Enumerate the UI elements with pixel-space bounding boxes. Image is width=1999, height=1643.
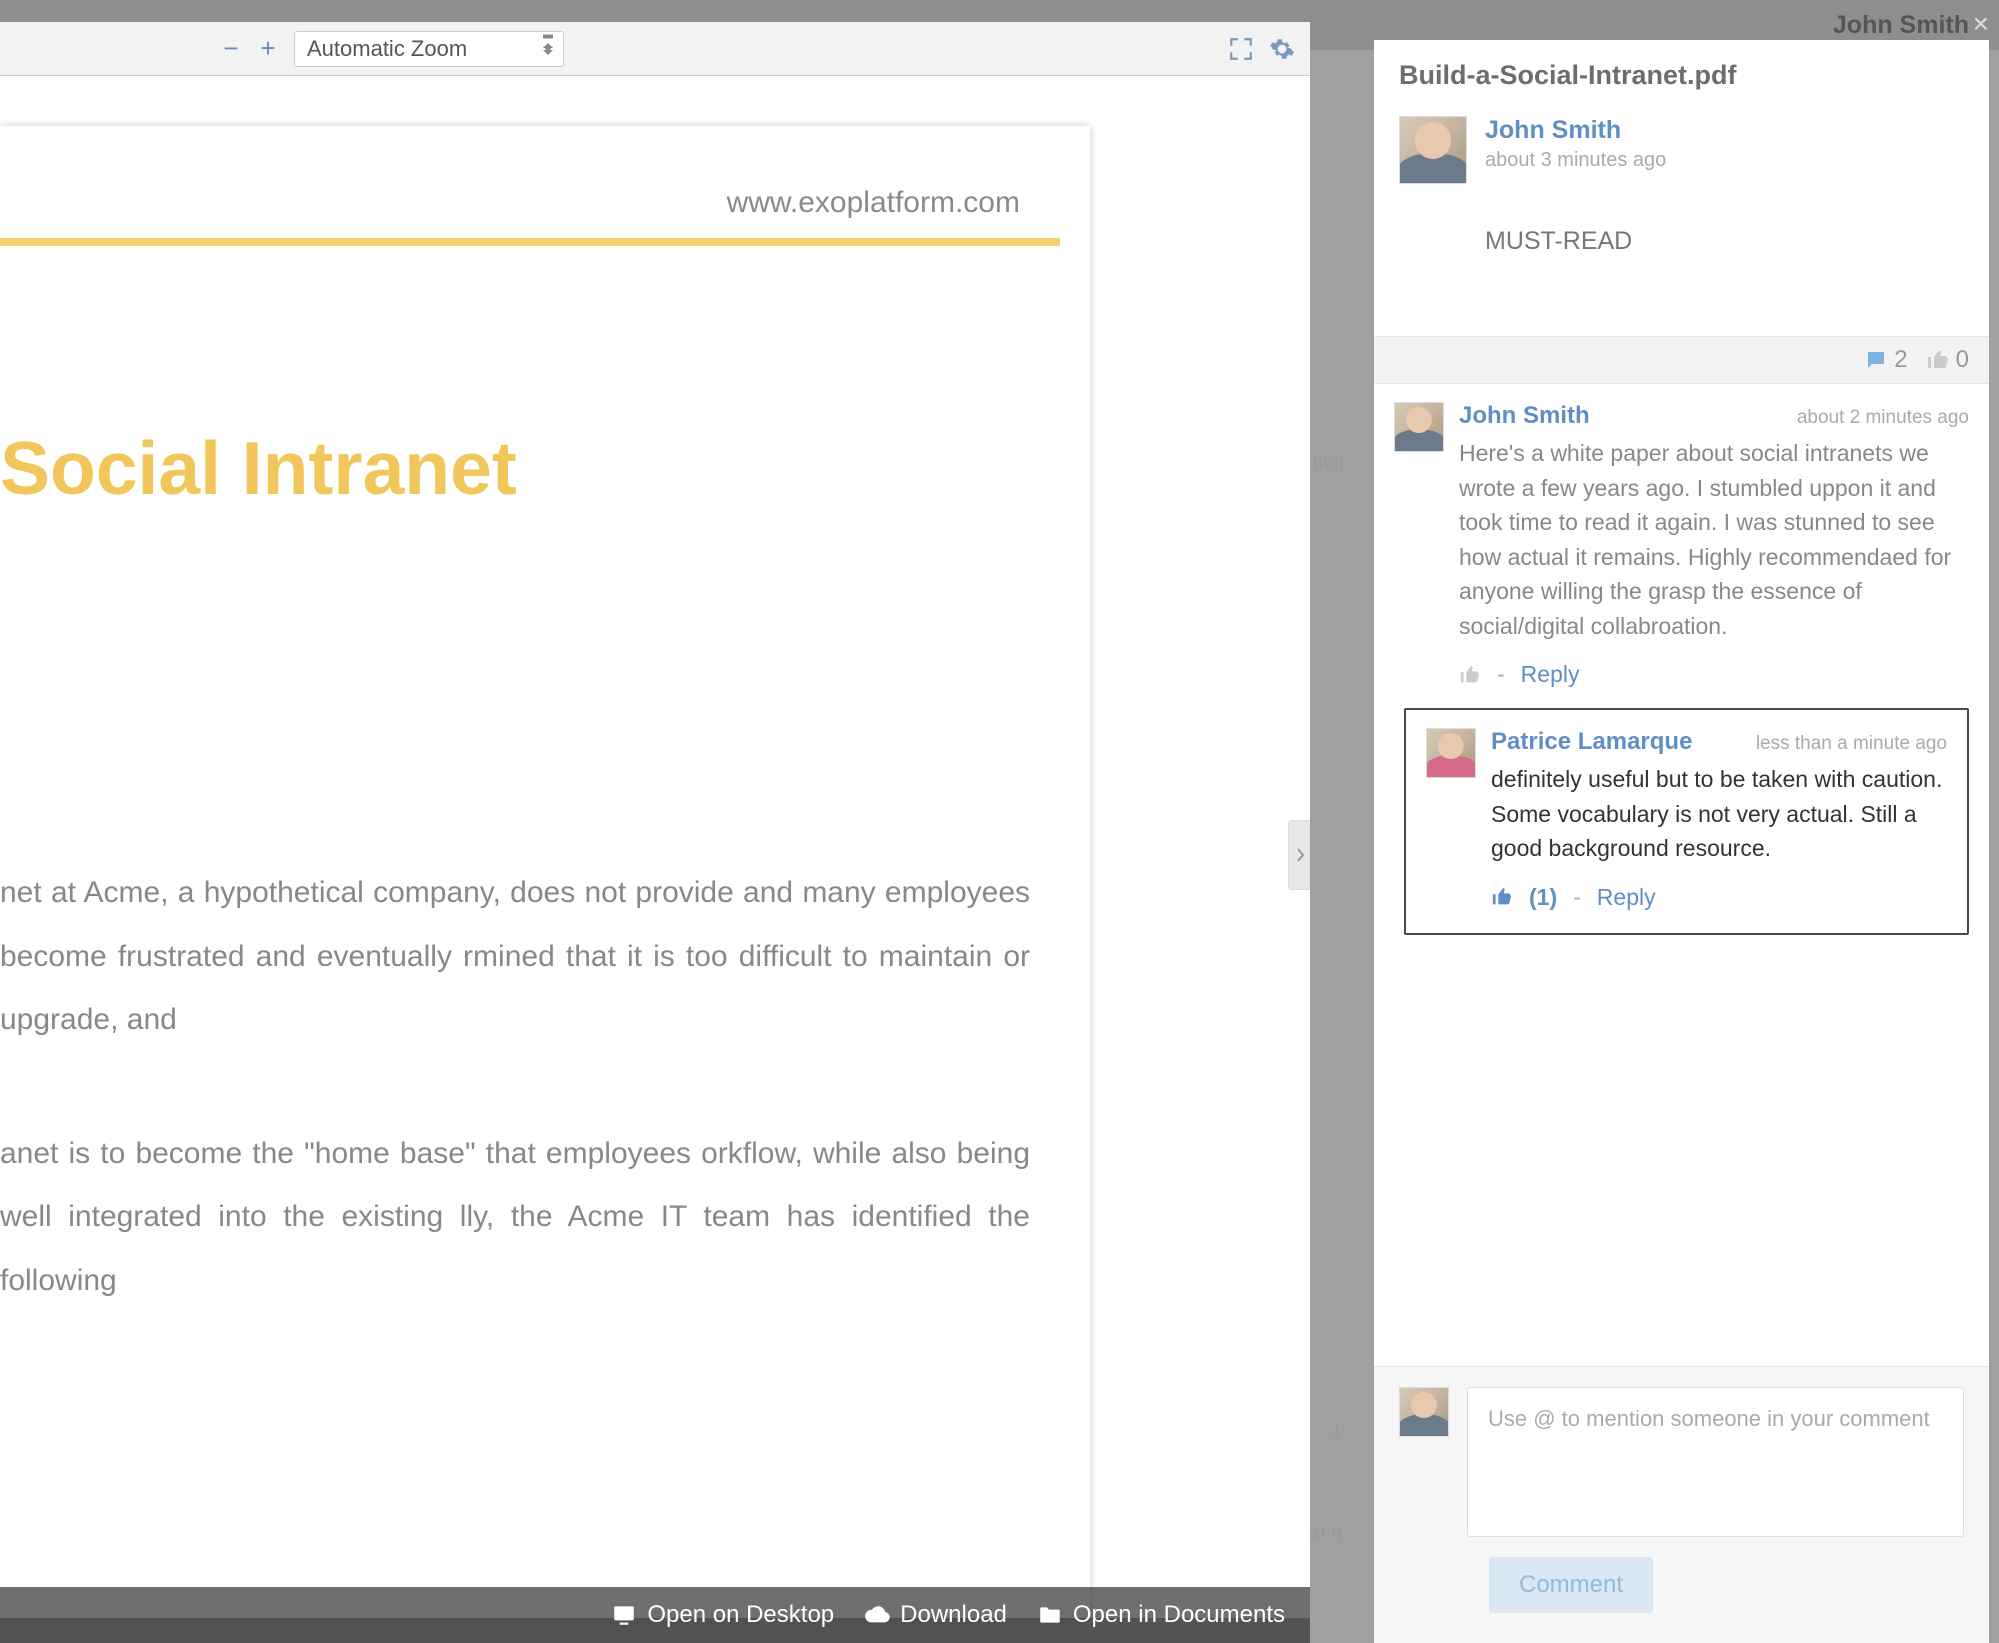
- open-documents-label: Open in Documents: [1073, 1601, 1285, 1629]
- comment-author[interactable]: John Smith: [1459, 402, 1590, 430]
- post-time: about 3 minutes ago: [1485, 149, 1666, 172]
- reply-link[interactable]: Reply: [1521, 661, 1580, 688]
- open-documents-button[interactable]: Open in Documents: [1037, 1601, 1285, 1629]
- viewer-toolbar: − + Automatic Zoom: [0, 22, 1310, 76]
- open-desktop-button[interactable]: Open on Desktop: [611, 1601, 834, 1629]
- bg-text: al it: [1308, 1520, 1342, 1546]
- zoom-in-button[interactable]: +: [257, 38, 279, 60]
- comment-icon: [1864, 348, 1888, 372]
- monitor-icon: [611, 1602, 637, 1628]
- activity-panel: Build-a-Social-Intranet.pdf John Smith a…: [1374, 40, 1989, 1643]
- comment-text: definitely useful but to be taken with c…: [1491, 762, 1947, 866]
- topbar-username[interactable]: John Smith: [1833, 11, 1969, 40]
- like-icon: [1926, 348, 1950, 372]
- panel-collapse-handle[interactable]: [1288, 820, 1310, 890]
- pdf-viewer: − + Automatic Zoom www.exoplatform.com S…: [0, 22, 1310, 1618]
- comment-nested: Patrice Lamarque less than a minute ago …: [1404, 708, 1969, 935]
- avatar[interactable]: [1399, 116, 1467, 184]
- download-label: Download: [900, 1601, 1007, 1629]
- avatar[interactable]: [1426, 728, 1476, 778]
- download-icon: [864, 1602, 890, 1628]
- reply-link[interactable]: Reply: [1597, 884, 1656, 911]
- fullscreen-icon[interactable]: [1228, 36, 1254, 62]
- like-icon[interactable]: [1491, 886, 1513, 908]
- post-author[interactable]: John Smith: [1485, 116, 1666, 145]
- stats-bar: 2 0: [1374, 336, 1989, 384]
- comment-input[interactable]: [1467, 1387, 1964, 1537]
- comments-list: John Smith about 2 minutes ago Here's a …: [1374, 384, 1989, 1366]
- doc-title: Social Intranet: [0, 286, 1060, 521]
- doc-para: anet is to become the "home base" that e…: [0, 1122, 1030, 1313]
- viewer-bottom-bar: Open on Desktop Download Open in Documen…: [0, 1587, 1310, 1643]
- close-icon[interactable]: ×: [1973, 8, 1989, 40]
- download-button[interactable]: Download: [864, 1601, 1007, 1629]
- folder-icon: [1037, 1602, 1063, 1628]
- avatar[interactable]: [1394, 402, 1444, 452]
- comment-actions: - Reply: [1459, 661, 1969, 688]
- comment: John Smith about 2 minutes ago Here's a …: [1394, 402, 1969, 688]
- comments-count-value: 2: [1894, 346, 1907, 374]
- gear-icon[interactable]: [1269, 36, 1295, 62]
- like-icon[interactable]: [1459, 664, 1481, 686]
- zoom-out-button[interactable]: −: [220, 38, 242, 60]
- like-count: (1): [1529, 884, 1557, 911]
- bg-text: tivit: [1312, 450, 1345, 476]
- comment: Patrice Lamarque less than a minute ago …: [1426, 728, 1947, 911]
- comments-count[interactable]: 2: [1864, 346, 1907, 374]
- likes-count[interactable]: 0: [1926, 346, 1969, 374]
- comment-author[interactable]: Patrice Lamarque: [1491, 728, 1692, 756]
- open-desktop-label: Open on Desktop: [647, 1601, 834, 1629]
- separator: -: [1573, 884, 1581, 911]
- comment-time: less than a minute ago: [1756, 733, 1947, 755]
- doc-para: net at Acme, a hypothetical company, doe…: [0, 861, 1030, 1052]
- zoom-select[interactable]: Automatic Zoom: [294, 31, 564, 67]
- compose-actions: Comment: [1374, 1557, 1989, 1643]
- comment-button[interactable]: Comment: [1489, 1557, 1653, 1613]
- bg-text: 1: [1330, 1416, 1342, 1442]
- compose-area: [1374, 1366, 1989, 1557]
- comment-text: Here's a white paper about social intran…: [1459, 436, 1969, 643]
- chevron-updown-icon: [543, 43, 553, 55]
- separator: -: [1497, 661, 1505, 688]
- comment-time: about 2 minutes ago: [1797, 407, 1969, 429]
- post-body: MUST-READ: [1485, 172, 1666, 256]
- comment-actions: (1) - Reply: [1491, 884, 1947, 911]
- panel-title: Build-a-Social-Intranet.pdf: [1374, 40, 1989, 116]
- avatar[interactable]: [1399, 1387, 1449, 1437]
- doc-divider: [0, 238, 1060, 246]
- doc-url: www.exoplatform.com: [0, 186, 1060, 220]
- doc-body: net at Acme, a hypothetical company, doe…: [0, 861, 1060, 1313]
- pdf-page: www.exoplatform.com Social Intranet net …: [0, 126, 1090, 1618]
- zoom-select-label: Automatic Zoom: [307, 36, 467, 62]
- activity-post: John Smith about 3 minutes ago MUST-READ: [1374, 116, 1989, 276]
- likes-count-value: 0: [1956, 346, 1969, 374]
